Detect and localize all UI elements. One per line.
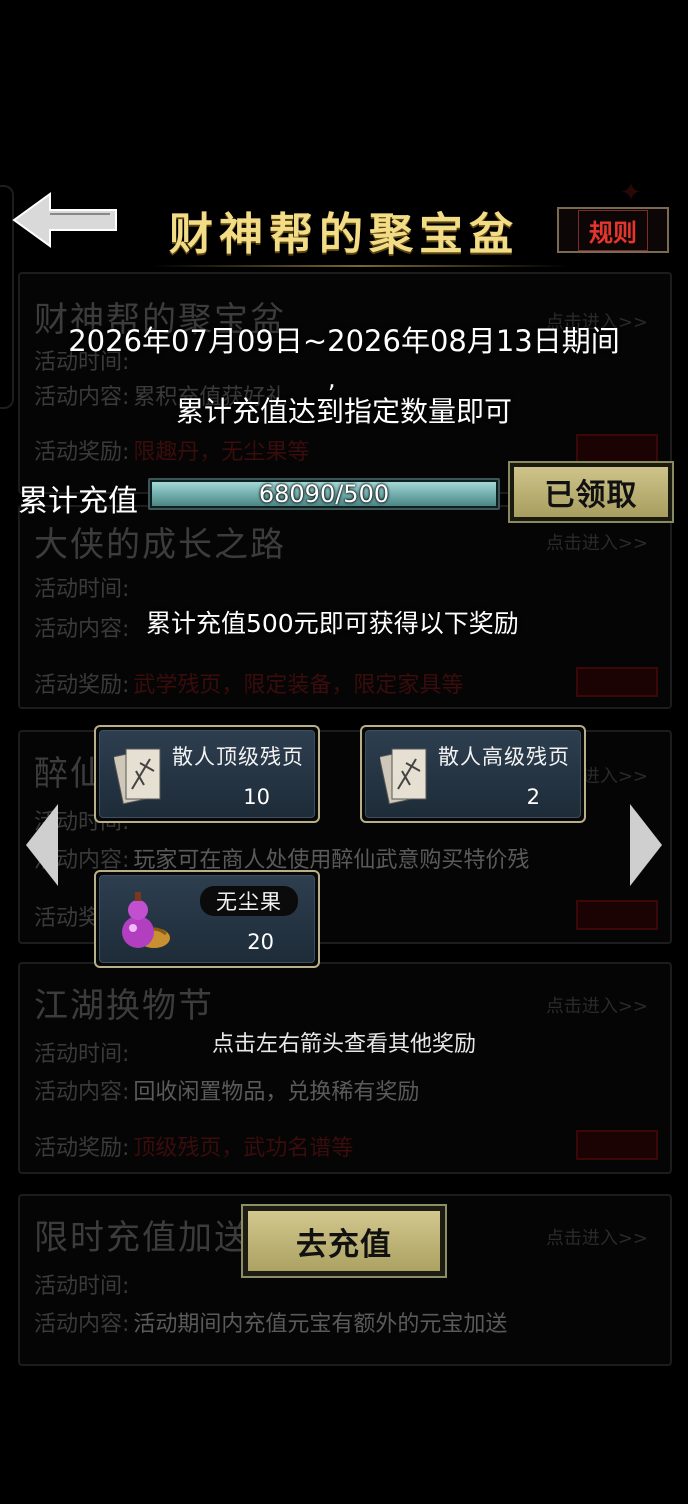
activity-row: 活动奖励: 限趣丹，无尘果等 [34,440,310,465]
activity-enter-link[interactable]: 点击进入>> [546,992,648,1018]
activity-enter-link[interactable]: 点击进入>> [546,529,648,555]
rules-button-label: 规则 [578,209,648,251]
reward-stamp-icon [576,1130,658,1160]
gourd-fruit-icon [122,892,170,948]
event-date-range: 2026年07月09日~2026年08月13日期间 [68,324,620,358]
activity-row: 活动奖励: 顶级残页，武功名谱等 [34,1136,354,1161]
arrow-hint: 点击左右箭头查看其他奖励 [211,1032,476,1057]
next-arrow-icon[interactable] [626,800,666,890]
scroll-pages-icon [114,748,161,805]
reward-name: 散人顶级残页 [172,745,304,769]
activity-title: 大侠的成长之路 [34,525,286,565]
claimed-button-label: 已领取 [514,467,668,517]
reward-stamp-icon [576,434,658,464]
reward-name: 散人高级残页 [438,745,570,769]
recharge-button[interactable]: 去充值 [241,1204,447,1278]
reward-name: 无尘果 [200,886,298,916]
reward-description: 累计充值500元即可获得以下奖励 [146,609,519,638]
rules-button[interactable]: 规则 [557,207,669,253]
recharge-progress-bar: 68090/500 [148,478,500,510]
progress-value: 68090/500 [258,480,390,508]
activity-card-3[interactable]: 江湖换物节 点击进入>> 活动时间: 活动内容: 回收闲置物品，兑换稀有奖励 活动… [18,962,672,1174]
activity-row: 活动内容: [34,617,130,642]
activity-title: 江湖换物节 [34,986,214,1026]
event-requirement: 累计充值达到指定数量即可 [175,395,512,428]
activity-enter-link[interactable]: 点击进入>> [546,1224,648,1250]
reward-count: 20 [247,930,274,954]
event-comma: , [328,365,336,393]
reward-item-0[interactable]: 散人顶级残页 10 [94,725,320,823]
activity-row: 活动时间: [34,1274,130,1299]
claimed-button[interactable]: 已领取 [508,461,674,523]
prev-arrow-icon[interactable] [22,800,62,890]
reward-item-2[interactable]: 无尘果 20 [94,870,320,968]
recharge-button-label: 去充值 [248,1211,440,1271]
reward-count: 10 [243,785,270,809]
title-underline [150,265,570,267]
reward-item-1[interactable]: 散人高级残页 2 [360,725,586,823]
activity-row: 活动奖励: 武学残页，限定装备，限定家具等 [34,673,464,698]
reward-count: 2 [526,785,540,809]
scroll-pages-icon [380,748,427,805]
activity-row: 活动内容: 回收闲置物品，兑换稀有奖励 [34,1080,420,1105]
activity-row: 活动时间: [34,577,130,602]
reward-stamp-icon [576,900,658,930]
reward-stamp-icon [576,667,658,697]
progress-label: 累计充值 [18,484,138,519]
activity-row: 活动内容: 活动期间内充值元宝有额外的元宝加送 [34,1312,508,1337]
activity-title: 限时充值加送 [34,1218,250,1258]
